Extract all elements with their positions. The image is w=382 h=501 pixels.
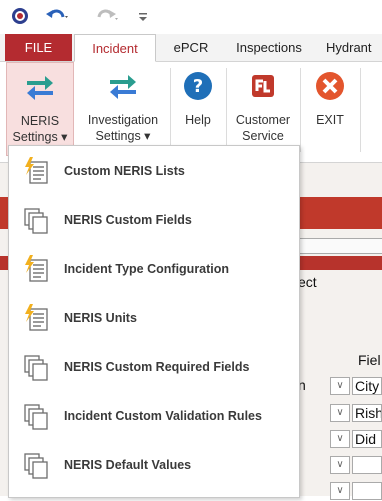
background-select-text: ect [298,274,317,290]
menu-item-incident-type-configuration[interactable]: Incident Type Configuration [9,246,299,292]
tab-hydrant[interactable]: Hydrant [326,34,382,61]
tab-inspections[interactable]: Inspections [228,34,310,61]
tab-epcr[interactable]: ePCR [164,34,218,61]
list-lightning-icon [19,301,53,335]
background-field-header: Fiel [358,352,381,368]
swap-arrows-icon [107,70,139,102]
background-row: ∨ Did [298,430,382,449]
menu-item-label: NERIS Custom Required Fields [64,360,250,374]
help-label: Help [185,113,211,127]
svg-text:?: ? [193,76,203,97]
background-row: ∨ [298,456,382,475]
menu-item-neris-custom-fields[interactable]: NERIS Custom Fields [9,197,299,243]
chevron-down-icon[interactable]: ∨ [330,404,350,422]
help-button[interactable]: ? Help [174,62,222,156]
undo-icon[interactable] [44,6,70,26]
chevron-down-icon[interactable]: ∨ [330,430,350,448]
menu-item-label: NERIS Default Values [64,458,192,472]
chevron-down-icon[interactable]: ∨ [330,456,350,474]
exit-button[interactable]: EXIT [304,62,356,156]
customer-service-line2: Service [242,129,284,143]
background-row: ∨ [298,482,382,501]
stacked-pages-icon [19,203,53,237]
stacked-pages-icon [19,350,53,384]
menu-item-neris-custom-required-fields[interactable]: NERIS Custom Required Fields [9,344,299,390]
neris-settings-button[interactable]: NERIS Settings ▾ [6,62,74,156]
chevron-down-icon[interactable]: ∨ [330,482,350,500]
ribbon-separator [170,68,171,152]
exit-label: EXIT [316,113,344,127]
background-row-cell[interactable]: Did [352,430,382,448]
list-lightning-icon [19,252,53,286]
neris-settings-dropdown-menu: Custom NERIS Lists NERIS Custom Fields I… [8,145,300,498]
ribbon-tabs: FILE Incident ePCR Inspections Hydrant [0,34,382,62]
neris-settings-line1: NERIS [20,114,60,128]
redo-icon[interactable] [94,6,120,26]
background-row-cell[interactable] [352,482,382,500]
menu-item-label: Custom NERIS Lists [64,164,185,178]
neris-settings-line2: Settings ▾ [12,130,68,144]
investigation-settings-line1: Investigation [87,113,159,127]
background-row-cell[interactable]: Rish [352,404,382,422]
background-divider [0,201,6,202]
menu-item-neris-default-values[interactable]: NERIS Default Values [9,442,299,488]
menu-item-custom-neris-lists[interactable]: Custom NERIS Lists [9,148,299,194]
background-row-cell[interactable]: City [352,377,382,395]
customize-qat-icon[interactable] [138,6,148,26]
help-icon: ? [182,70,214,102]
tab-file[interactable]: FILE [5,34,72,61]
stacked-pages-icon [19,448,53,482]
menu-item-label: Incident Type Configuration [64,262,230,276]
stacked-pages-icon [19,399,53,433]
background-row-cell[interactable] [352,456,382,474]
menu-item-label: NERIS Custom Fields [64,213,192,227]
ribbon-separator [300,68,301,152]
background-row: n ∨ City [298,377,382,396]
list-lightning-icon [19,154,53,188]
ribbon-separator [226,68,227,152]
tab-incident[interactable]: Incident [74,34,156,62]
investigation-settings-line2: Settings ▾ [95,129,151,143]
chevron-down-icon[interactable]: ∨ [330,377,350,395]
menu-item-label: Incident Custom Validation Rules [64,409,262,423]
customer-service-button[interactable]: Customer Service [230,62,296,156]
gear-icon[interactable] [10,6,30,26]
customer-service-line1: Customer [235,113,291,127]
customer-service-icon [247,70,279,102]
quick-access-toolbar [0,0,382,34]
menu-item-neris-units[interactable]: NERIS Units [9,295,299,341]
close-icon [314,70,346,102]
background-input [298,238,382,254]
background-row: ∨ Rish [298,404,382,423]
menu-item-label: NERIS Units [64,311,137,325]
ribbon-separator [360,68,361,152]
investigation-settings-button[interactable]: Investigation Settings ▾ [80,62,166,156]
menu-item-incident-custom-validation-rules[interactable]: Incident Custom Validation Rules [9,393,299,439]
swap-arrows-icon [24,71,56,103]
